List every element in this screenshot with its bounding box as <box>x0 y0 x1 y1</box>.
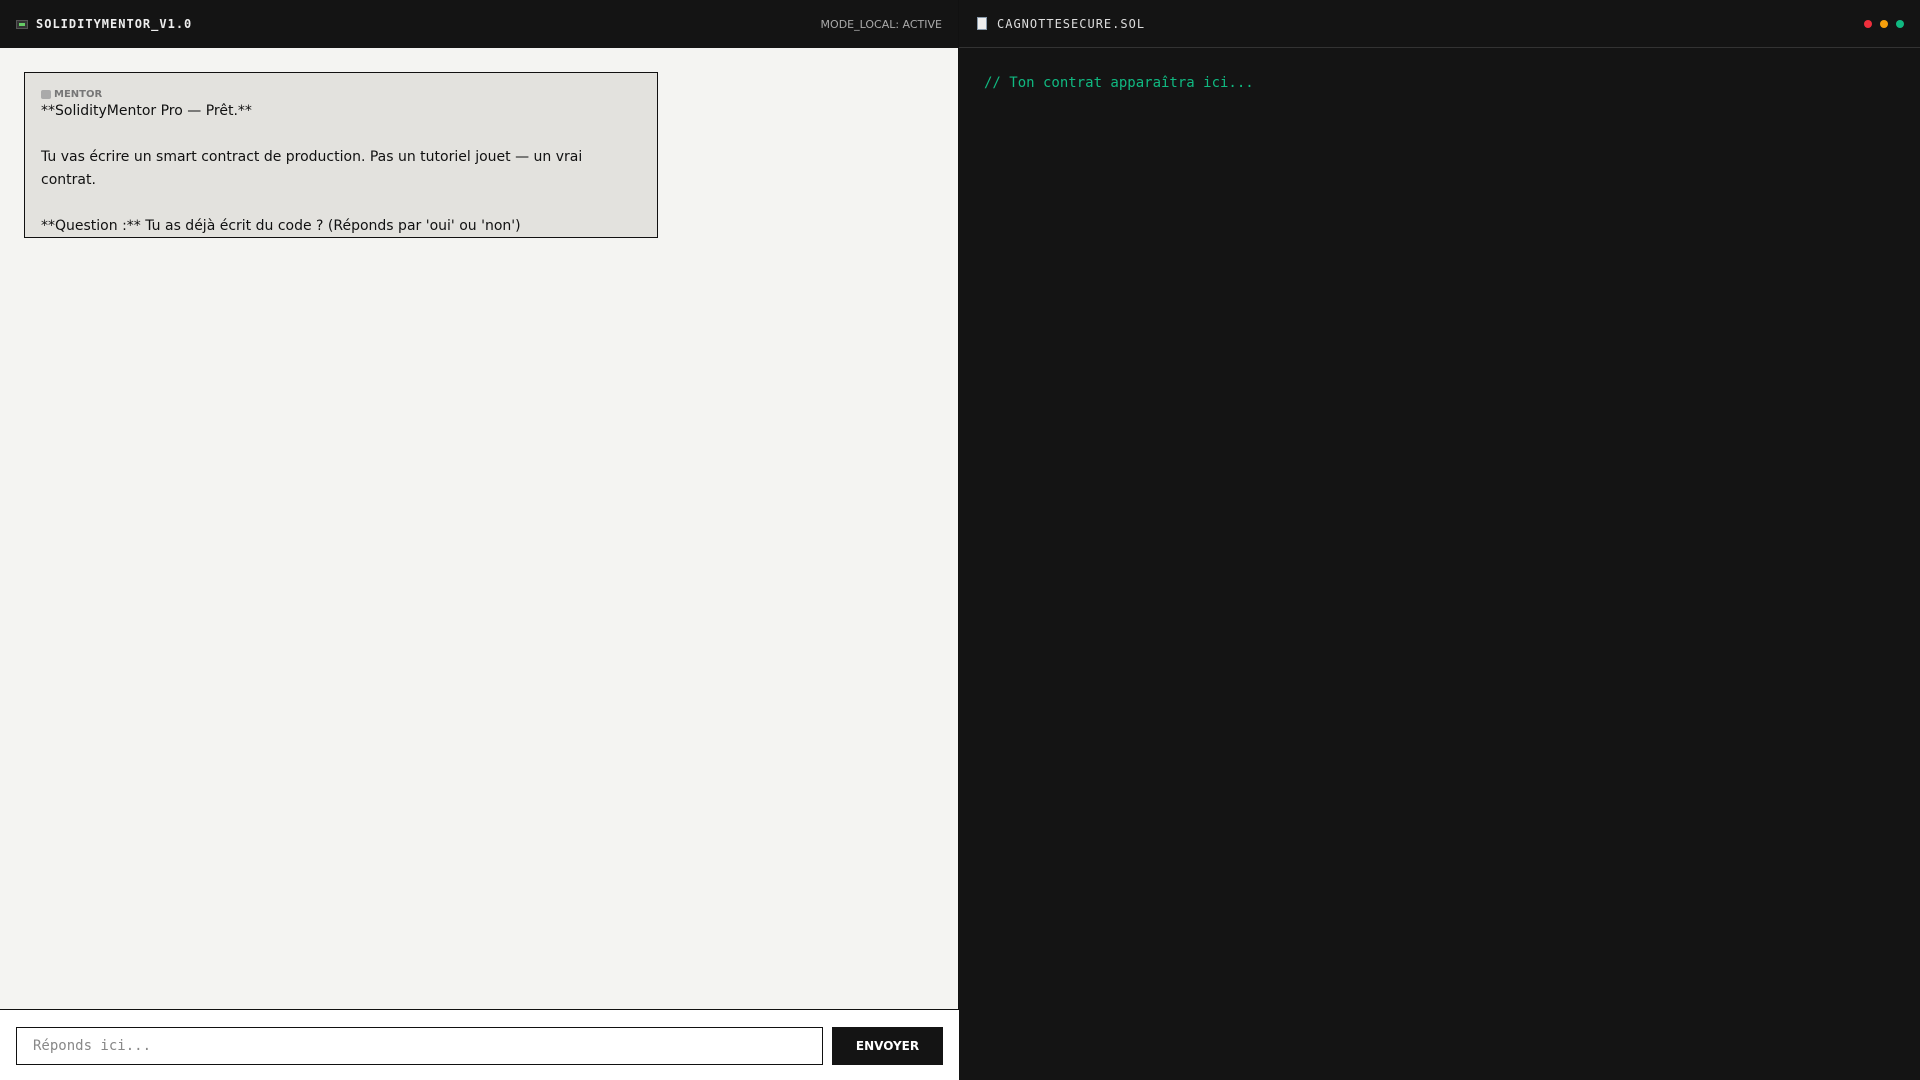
message-line: Tu vas écrire un smart contract de produ… <box>41 149 583 188</box>
mentor-message: MENTOR **SolidityMentor Pro — Prêt.** Tu… <box>24 72 658 238</box>
file-icon <box>977 17 987 30</box>
reply-input[interactable] <box>16 1027 823 1065</box>
chat-header: SOLIDITYMENTOR_V1.0 MODE_LOCAL: ACTIVE <box>0 0 958 48</box>
send-button[interactable]: ENVOYER <box>832 1027 943 1065</box>
terminal-icon <box>16 19 28 29</box>
orange-dot-icon <box>1880 19 1888 28</box>
app-title: SOLIDITYMENTOR_V1.0 <box>36 17 193 31</box>
message-sender: MENTOR <box>54 89 103 100</box>
file-name: CAGNOTTESECURE.SOL <box>997 16 1146 31</box>
editor-header: CAGNOTTESECURE.SOL <box>959 0 1920 48</box>
message-line: **Question :** Tu as déjà écrit du code … <box>41 218 521 234</box>
robot-icon <box>41 90 51 99</box>
chat-panel: SOLIDITYMENTOR_V1.0 MODE_LOCAL: ACTIVE M… <box>0 0 959 1080</box>
editor-panel: CAGNOTTESECURE.SOL // Ton contrat appara… <box>959 0 1920 1080</box>
mode-status: MODE_LOCAL: ACTIVE <box>820 17 942 31</box>
message-line: **SolidityMentor Pro — Prêt.** <box>41 103 252 119</box>
code-placeholder: // Ton contrat apparaîtra ici... <box>984 75 1254 91</box>
green-dot-icon <box>1896 19 1904 28</box>
red-dot-icon <box>1864 19 1872 28</box>
chat-input-bar: ENVOYER <box>0 1009 959 1080</box>
